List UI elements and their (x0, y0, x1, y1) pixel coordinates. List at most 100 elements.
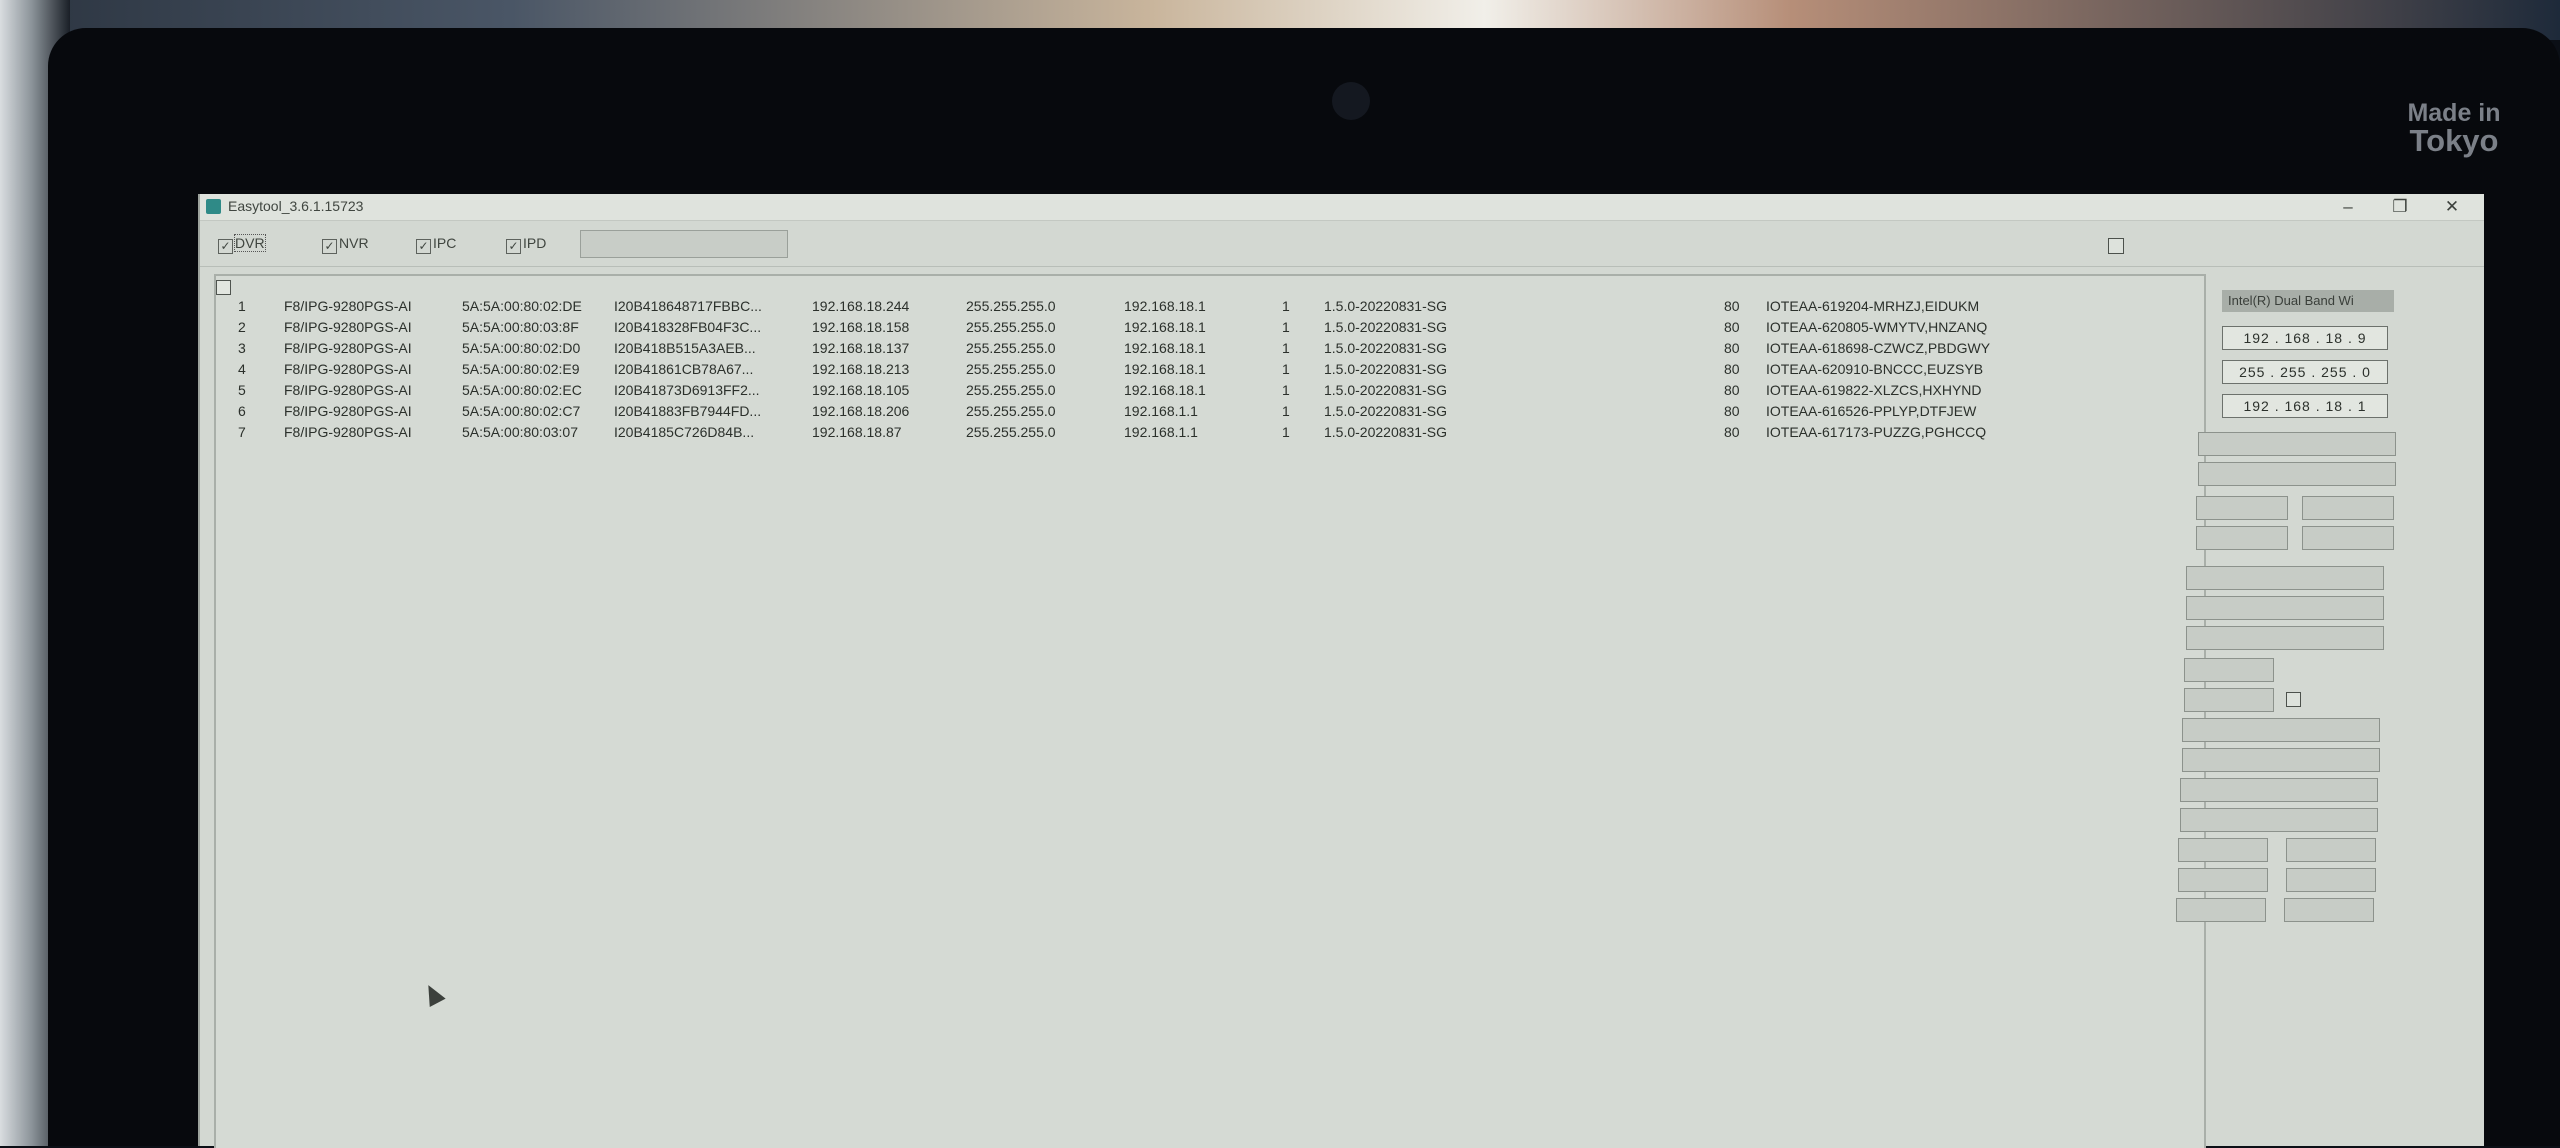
cell-model: F8/IPG-9280PGS-AI (284, 361, 412, 377)
cell-name: IOTEAA-616526-PPLYP,DTFJEW (1766, 403, 1977, 419)
cell-port: 80 (1724, 298, 1740, 314)
side-button-6[interactable] (2286, 838, 2376, 862)
side-button-2[interactable] (2302, 496, 2394, 520)
table-row[interactable]: 6 F8/IPG-9280PGS-AI 5A:5A:00:80:02:C7 I20B4… (216, 401, 2196, 422)
title-bar: Easytool_3.6.1.15723 – ❐ ✕ (200, 194, 2484, 221)
search-input[interactable] (580, 230, 788, 258)
ip-address-field[interactable]: 192 . 168 . 18 . 9 (2222, 326, 2388, 350)
cell-mask: 255.255.255.0 (966, 424, 1056, 440)
cell-mac: 5A:5A:00:80:02:EC (462, 382, 582, 398)
side-button-4[interactable] (2302, 526, 2394, 550)
side-field-3[interactable] (2186, 566, 2384, 590)
cell-serial: I20B41883FB7944FD... (614, 403, 762, 419)
cell-serial: I20B4185C726D84B... (614, 424, 755, 440)
side-button-7[interactable] (2178, 868, 2268, 892)
select-all-checkbox[interactable] (216, 280, 231, 295)
filter-ipc-checkbox[interactable]: ✓ IPC (416, 235, 456, 254)
cell-ip: 192.168.18.87 (812, 424, 902, 440)
cell-gateway: 192.168.18.1 (1124, 382, 1206, 398)
side-button-1[interactable] (2196, 496, 2288, 520)
table-row[interactable]: 5 F8/IPG-9280PGS-AI 5A:5A:00:80:02:EC I20B4… (216, 380, 2196, 401)
cell-model: F8/IPG-9280PGS-AI (284, 340, 412, 356)
check-icon: ✓ (218, 239, 233, 254)
side-button-8[interactable] (2286, 868, 2376, 892)
cell-model: F8/IPG-9280PGS-AI (284, 319, 412, 335)
cell-mask: 255.255.255.0 (966, 319, 1056, 335)
side-button-3[interactable] (2196, 526, 2288, 550)
cell-no: 3 (238, 340, 246, 356)
cell-no: 5 (238, 382, 246, 398)
cell-port: 80 (1724, 382, 1740, 398)
side-field-5[interactable] (2186, 626, 2384, 650)
side-field-9[interactable] (2182, 748, 2380, 772)
cell-mask: 255.255.255.0 (966, 298, 1056, 314)
cell-name: IOTEAA-618698-CZWCZ,PBDGWY (1766, 340, 1991, 356)
cell-mask: 255.255.255.0 (966, 361, 1056, 377)
cell-ip: 192.168.18.137 (812, 340, 910, 356)
webcam (1332, 82, 1370, 120)
side-field-8[interactable] (2182, 718, 2380, 742)
device-table: 1 F8/IPG-9280PGS-AI 5A:5A:00:80:02:DE I20B4… (214, 274, 2206, 1148)
cell-no: 6 (238, 403, 246, 419)
cell-channels: 1 (1282, 361, 1290, 377)
cell-channels: 1 (1282, 403, 1290, 419)
side-field-11[interactable] (2180, 808, 2378, 832)
side-button-9[interactable] (2176, 898, 2266, 922)
filter-dvr-label: DVR (234, 234, 266, 252)
cell-model: F8/IPG-9280PGS-AI (284, 424, 412, 440)
network-adapter-select[interactable]: Intel(R) Dual Band Wi (2222, 290, 2394, 312)
cell-ip: 192.168.18.244 (812, 298, 910, 314)
window-title: Easytool_3.6.1.15723 (228, 198, 364, 214)
cell-mask: 255.255.255.0 (966, 382, 1056, 398)
side-field-1[interactable] (2198, 432, 2396, 456)
cell-serial: I20B418328FB04F3C... (614, 319, 762, 335)
cell-version: 1.5.0-20220831-SG (1324, 361, 1447, 377)
side-button-10[interactable] (2284, 898, 2374, 922)
check-icon: ✓ (416, 239, 431, 254)
gateway-field[interactable]: 192 . 168 . 18 . 1 (2222, 394, 2388, 418)
side-checkbox[interactable] (2286, 692, 2301, 707)
filter-nvr-label: NVR (339, 235, 369, 251)
option-checkbox[interactable] (2108, 238, 2124, 254)
cell-gateway: 192.168.18.1 (1124, 298, 1206, 314)
cell-version: 1.5.0-20220831-SG (1324, 340, 1447, 356)
side-field-10[interactable] (2180, 778, 2378, 802)
side-field-6[interactable] (2184, 658, 2274, 682)
cell-port: 80 (1724, 319, 1740, 335)
table-row[interactable]: 2 F8/IPG-9280PGS-AI 5A:5A:00:80:03:8F I20B4… (216, 317, 2196, 338)
cell-model: F8/IPG-9280PGS-AI (284, 382, 412, 398)
filter-ipd-checkbox[interactable]: ✓ IPD (506, 235, 546, 254)
table-row[interactable]: 1 F8/IPG-9280PGS-AI 5A:5A:00:80:02:DE I20B4… (216, 296, 2196, 317)
cell-channels: 1 (1282, 340, 1290, 356)
cell-serial: I20B418648717FBBC... (614, 298, 762, 314)
side-field-2[interactable] (2198, 462, 2396, 486)
cell-no: 7 (238, 424, 246, 440)
table-row[interactable]: 4 F8/IPG-9280PGS-AI 5A:5A:00:80:02:E9 I20B4… (216, 359, 2196, 380)
cell-version: 1.5.0-20220831-SG (1324, 382, 1447, 398)
filter-nvr-checkbox[interactable]: ✓ NVR (322, 235, 369, 254)
side-field-7[interactable] (2184, 688, 2274, 712)
cell-ip: 192.168.18.206 (812, 403, 910, 419)
cell-model: F8/IPG-9280PGS-AI (284, 298, 412, 314)
cell-mac: 5A:5A:00:80:02:DE (462, 298, 582, 314)
side-field-4[interactable] (2186, 596, 2384, 620)
table-row[interactable]: 3 F8/IPG-9280PGS-AI 5A:5A:00:80:02:D0 I20B4… (216, 338, 2196, 359)
cell-serial: I20B41873D6913FF2... (614, 382, 760, 398)
cell-name: IOTEAA-617173-PUZZG,PGHCCQ (1766, 424, 1987, 440)
cell-channels: 1 (1282, 424, 1290, 440)
filter-dvr-checkbox[interactable]: ✓ DVR (218, 234, 266, 254)
cell-gateway: 192.168.1.1 (1124, 403, 1198, 419)
easytool-window: Easytool_3.6.1.15723 – ❐ ✕ ✓ DVR ✓ NVR ✓ IP… (198, 194, 2484, 1148)
cell-ip: 192.168.18.105 (812, 382, 910, 398)
table-row[interactable]: 7 F8/IPG-9280PGS-AI 5A:5A:00:80:03:07 I20B4… (216, 422, 2196, 443)
filter-toolbar: ✓ DVR ✓ NVR ✓ IPC ✓ IPD (200, 220, 2484, 267)
cell-name: IOTEAA-620910-BNCCC,EUZSYB (1766, 361, 1984, 377)
cell-version: 1.5.0-20220831-SG (1324, 319, 1447, 335)
cell-no: 2 (238, 319, 246, 335)
cell-mac: 5A:5A:00:80:03:8F (462, 319, 579, 335)
app-icon (206, 199, 221, 214)
subnet-mask-field[interactable]: 255 . 255 . 255 . 0 (2222, 360, 2388, 384)
side-button-5[interactable] (2178, 838, 2268, 862)
cell-mask: 255.255.255.0 (966, 340, 1056, 356)
cell-name: IOTEAA-620805-WMYTV,HNZANQ (1766, 319, 1988, 335)
